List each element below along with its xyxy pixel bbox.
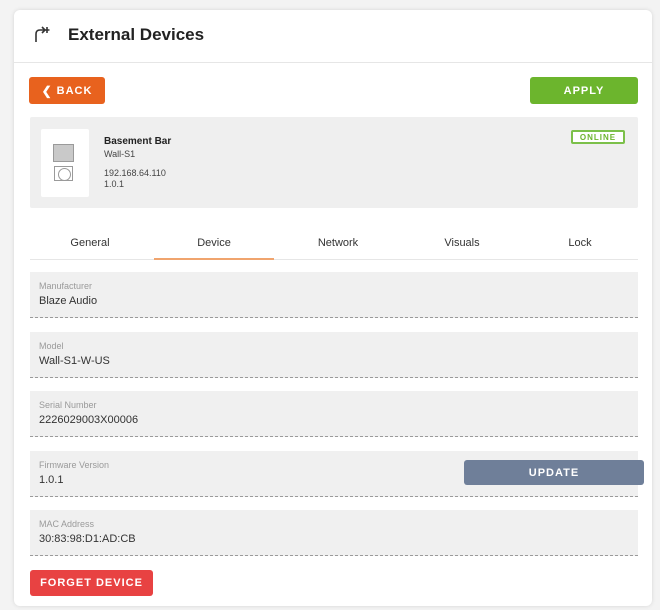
tab-device[interactable]: Device (154, 232, 274, 260)
apply-button[interactable]: APPLY (530, 77, 638, 104)
tab-visuals[interactable]: Visuals (402, 232, 522, 260)
manufacturer-label: Manufacturer (39, 281, 93, 291)
firmware-version-field: Firmware Version 1.0.1 UPDATE (30, 451, 644, 497)
back-button[interactable]: ❮ BACK (29, 77, 105, 104)
model-label: Model (39, 341, 64, 351)
tab-network[interactable]: Network (278, 232, 398, 260)
update-firmware-button[interactable]: UPDATE (464, 460, 644, 485)
back-button-label: BACK (56, 84, 93, 97)
tab-general[interactable]: General (30, 232, 150, 260)
firmware-version-label: Firmware Version (39, 460, 110, 470)
device-screen-graphic (53, 144, 74, 162)
serial-number-value: 2226029003X00006 (39, 414, 139, 426)
tab-lock[interactable]: Lock (520, 232, 640, 260)
mac-address-field: MAC Address 30:83:98:D1:AD:CB (30, 510, 638, 556)
firmware-version-value: 1.0.1 (39, 474, 64, 486)
external-devices-icon (35, 26, 50, 42)
status-badge: ONLINE (571, 130, 625, 144)
device-thumbnail (41, 129, 89, 197)
manufacturer-field: Manufacturer Blaze Audio (30, 272, 638, 318)
serial-number-label: Serial Number (39, 400, 97, 410)
device-version: 1.0.1 (104, 179, 125, 189)
device-summary: Basement Bar Wall-S1 192.168.64.110 1.0.… (30, 117, 638, 208)
device-name: Basement Bar (104, 136, 172, 147)
tab-bar: General Device Network Visuals Lock (30, 232, 638, 260)
forget-device-button[interactable]: FORGET DEVICE (30, 570, 153, 596)
manufacturer-value: Blaze Audio (39, 295, 98, 307)
page-title: External Devices (68, 25, 205, 44)
serial-number-field: Serial Number 2226029003X00006 (30, 391, 638, 437)
model-value: Wall-S1-W-US (39, 355, 110, 367)
mac-address-label: MAC Address (39, 519, 95, 529)
chevron-left-icon: ❮ (41, 83, 52, 98)
model-field: Model Wall-S1-W-US (30, 332, 638, 378)
device-dial-graphic (54, 166, 73, 181)
device-model: Wall-S1 (104, 149, 136, 159)
external-devices-card: External Devices ❮ BACK APPLY Basement B… (14, 10, 652, 606)
title-bar: External Devices (14, 10, 652, 63)
device-ip: 192.168.64.110 (104, 168, 166, 178)
mac-address-value: 30:83:98:D1:AD:CB (39, 533, 136, 545)
